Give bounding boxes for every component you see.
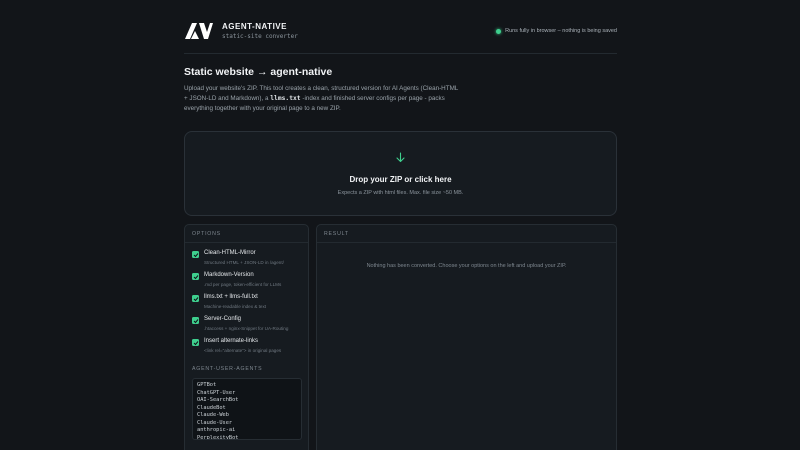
checkbox-server-config[interactable] xyxy=(192,317,199,324)
option-server-config[interactable]: Server-Config .htaccess + nginx-Snippet f… xyxy=(185,316,308,331)
option-label: Server-Config xyxy=(204,316,242,322)
result-panel: RESULT Nothing has been converted. Choos… xyxy=(316,224,617,450)
option-clean-html[interactable]: Clean-HTML-Mirror Structured HTML + JSON-… xyxy=(185,250,308,265)
intro-section: Static website → agent-native Upload you… xyxy=(184,66,617,114)
status-dot-icon xyxy=(496,28,502,34)
brand: AGENT-NATIVE static-site converter xyxy=(222,22,298,40)
dropzone-title: Drop your ZIP or click here xyxy=(349,174,452,184)
option-desc: <link rel="alternate"> in original pages xyxy=(204,348,282,353)
user-agents-textarea[interactable]: GPTBot ChatGPT-User OAI-SearchBot Claude… xyxy=(192,378,302,440)
option-desc: .htaccess + nginx-Snippet for UA-Routing xyxy=(204,326,289,331)
option-desc: Structured HTML + JSON-LD in /agent/ xyxy=(204,260,284,265)
options-heading: OPTIONS xyxy=(185,225,308,243)
option-label: Markdown-Version xyxy=(204,272,254,278)
result-empty-message: Nothing has been converted. Choose your … xyxy=(366,263,567,269)
option-desc: .md per page, token-efficient for LLMs xyxy=(204,282,282,287)
option-desc: Machine-readable index & text xyxy=(204,304,267,309)
zip-dropzone[interactable]: Drop your ZIP or click here Expects a ZI… xyxy=(184,131,617,216)
option-alternate-links[interactable]: Insert alternate-links <link rel="alterna… xyxy=(185,338,308,353)
agent-native-logo xyxy=(185,23,213,39)
app-header: AGENT-NATIVE static-site converter Runs … xyxy=(184,16,617,46)
brand-subtitle: static-site converter xyxy=(222,33,298,40)
arrow-down-icon xyxy=(395,151,406,166)
intro-description: Upload your website's ZIP. This tool cre… xyxy=(184,84,459,114)
checkbox-markdown[interactable] xyxy=(192,273,199,280)
option-label: Clean-HTML-Mirror xyxy=(204,250,256,256)
option-markdown[interactable]: Markdown-Version .md per page, token-effi… xyxy=(185,272,308,287)
checkbox-llms-txt[interactable] xyxy=(192,295,199,302)
status-text: Runs fully in browser – nothing is being… xyxy=(505,28,617,34)
options-panel: OPTIONS Clean-HTML-Mirror Structured HTML… xyxy=(184,224,309,450)
checkbox-alternate-links[interactable] xyxy=(192,339,199,346)
header-divider xyxy=(184,53,617,54)
page-title: Static website → agent-native xyxy=(184,66,333,78)
option-label: Insert alternate-links xyxy=(204,338,259,344)
brand-name: AGENT-NATIVE xyxy=(222,22,287,31)
status-indicator: Runs fully in browser – nothing is being… xyxy=(496,28,617,34)
user-agents-heading: AGENT-USER-AGENTS xyxy=(192,366,263,372)
result-heading: RESULT xyxy=(317,225,616,243)
llms-txt-code: llms.txt xyxy=(270,95,301,102)
checkbox-clean-html[interactable] xyxy=(192,251,199,258)
dropzone-hint: Expects a ZIP with html files. Max. file… xyxy=(337,189,464,196)
option-label: llms.txt + llms-full.txt xyxy=(204,294,258,300)
option-llms-txt[interactable]: llms.txt + llms-full.txt Machine-readable… xyxy=(185,294,308,309)
